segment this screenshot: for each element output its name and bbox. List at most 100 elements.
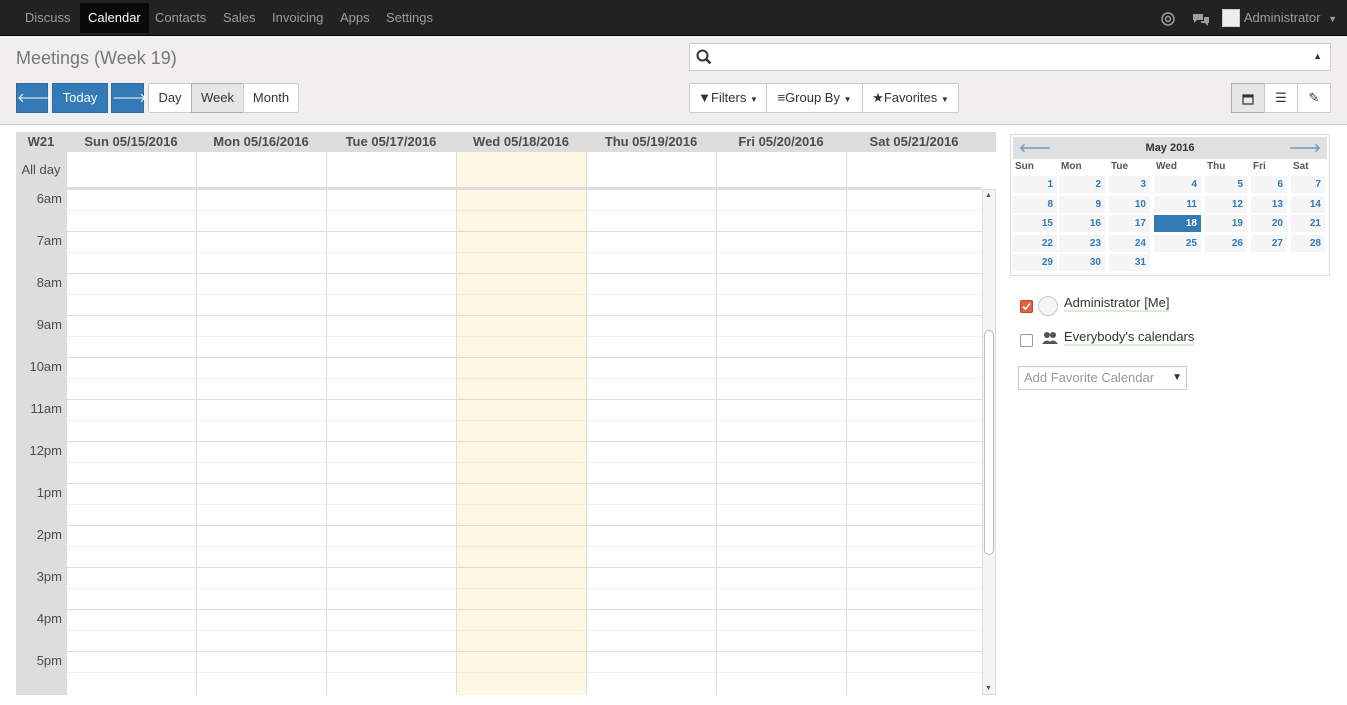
group-by-label: Group By <box>785 90 840 105</box>
mini-calendar-day[interactable]: 10 <box>1109 195 1150 213</box>
mini-calendar-day[interactable]: 14 <box>1291 195 1325 213</box>
admin-checkbox[interactable] <box>1020 300 1033 313</box>
mini-calendar-day-selected[interactable]: 18 <box>1154 215 1201 232</box>
all-day-cell[interactable] <box>196 152 326 187</box>
all-day-cell[interactable] <box>66 152 196 187</box>
search-bar[interactable]: ▲ <box>689 43 1331 71</box>
all-day-cell[interactable] <box>716 152 846 187</box>
mini-calendar-day[interactable]: 11 <box>1154 195 1201 213</box>
view-week-button[interactable]: Week <box>191 83 244 113</box>
day-column[interactable] <box>326 189 456 695</box>
scroll-up-icon[interactable]: ▲ <box>985 192 992 199</box>
mini-calendar-day[interactable]: 22 <box>1013 234 1057 252</box>
mini-calendar-day[interactable]: 9 <box>1059 195 1105 213</box>
form-view-button[interactable]: ✎ <box>1297 83 1331 113</box>
mini-calendar-day[interactable]: 15 <box>1013 215 1057 232</box>
mini-calendar-day[interactable]: 26 <box>1205 234 1247 252</box>
hour-label: 1pm <box>36 485 62 500</box>
nav-contacts[interactable]: Contacts <box>147 3 214 33</box>
user-menu[interactable]: Administrator ▼ <box>1221 0 1337 36</box>
favorites-button[interactable]: ★Favorites ▼ <box>862 83 959 113</box>
day-header[interactable]: Sun 05/15/2016 <box>66 132 196 152</box>
mini-calendar-day[interactable]: 2 <box>1059 176 1105 193</box>
calendar-view-button[interactable] <box>1231 83 1265 113</box>
day-column-today[interactable] <box>456 189 586 695</box>
mini-calendar-day[interactable]: 28 <box>1291 234 1325 252</box>
add-favorite-calendar-select[interactable]: Add Favorite Calendar ▼ <box>1018 366 1187 390</box>
mini-calendar-day[interactable]: 7 <box>1291 176 1325 193</box>
hour-line <box>66 231 982 232</box>
filter-icon: ▼ <box>698 90 711 105</box>
search-input[interactable] <box>718 47 1298 67</box>
day-column[interactable] <box>196 189 326 695</box>
mini-calendar-day[interactable]: 12 <box>1205 195 1247 213</box>
mini-calendar-day[interactable]: 24 <box>1109 234 1150 252</box>
mini-calendar-day[interactable]: 19 <box>1205 215 1247 232</box>
mini-calendar-day[interactable]: 4 <box>1154 176 1201 193</box>
nav-settings[interactable]: Settings <box>378 3 441 33</box>
hour-label: 5pm <box>36 653 62 668</box>
hour-line <box>66 189 982 190</box>
prev-month-icon[interactable]: 🡐 <box>1019 137 1051 159</box>
chat-icon[interactable] <box>1192 0 1210 36</box>
day-column[interactable] <box>716 189 846 695</box>
mini-calendar-day[interactable]: 17 <box>1109 215 1150 232</box>
prev-button[interactable]: 🡐 <box>16 83 52 113</box>
mini-calendar-day[interactable]: 5 <box>1205 176 1247 193</box>
day-column[interactable] <box>66 189 196 695</box>
mini-calendar-day[interactable]: 3 <box>1109 176 1150 193</box>
today-button[interactable]: Today <box>52 83 108 113</box>
time-grid[interactable]: 6am 7am 8am 9am 10am 11am 12pm 1pm 2pm 3pm 4pm 5pm <box>16 189 982 695</box>
mini-calendar-day[interactable]: 31 <box>1109 254 1150 271</box>
day-column[interactable] <box>586 189 716 695</box>
mini-calendar-day[interactable]: 6 <box>1251 176 1287 193</box>
mini-calendar-day[interactable]: 20 <box>1251 215 1287 232</box>
filters-button[interactable]: ▼Filters ▼ <box>689 83 767 113</box>
nav-discuss[interactable]: Discuss <box>17 3 79 33</box>
day-header[interactable]: Wed 05/18/2016 <box>456 132 586 152</box>
mini-calendar-day[interactable]: 21 <box>1291 215 1325 232</box>
all-day-cell[interactable] <box>846 152 982 187</box>
all-day-cell-today[interactable] <box>456 152 586 187</box>
mini-calendar-day[interactable]: 30 <box>1059 254 1105 271</box>
at-mention-icon[interactable] <box>1160 0 1176 36</box>
next-button[interactable]: 🡒 <box>111 83 147 113</box>
view-month-button[interactable]: Month <box>243 83 299 113</box>
day-header[interactable]: Thu 05/19/2016 <box>586 132 716 152</box>
view-day-button[interactable]: Day <box>148 83 192 113</box>
calendar-scrollbar[interactable]: ▲ ▼ <box>982 189 996 695</box>
day-header[interactable]: Mon 05/16/2016 <box>196 132 326 152</box>
mini-calendar-day[interactable]: 25 <box>1154 234 1201 252</box>
all-day-row[interactable]: All day <box>16 152 982 187</box>
day-header[interactable]: Sat 05/21/2016 <box>846 132 982 152</box>
everybody-checkbox[interactable] <box>1020 334 1033 347</box>
mini-calendar-day[interactable]: 23 <box>1059 234 1105 252</box>
nav-sales[interactable]: Sales <box>215 3 264 33</box>
all-day-cell[interactable] <box>326 152 456 187</box>
mini-calendar-day[interactable]: 13 <box>1251 195 1287 213</box>
all-day-cell[interactable] <box>586 152 716 187</box>
next-month-icon[interactable]: 🡒 <box>1289 137 1321 159</box>
mini-calendar-day[interactable]: 29 <box>1013 254 1057 271</box>
mini-calendar-title: May 2016 <box>1145 142 1195 154</box>
nav-calendar[interactable]: Calendar <box>80 3 149 33</box>
day-header[interactable]: Fri 05/20/2016 <box>716 132 846 152</box>
filter-admin[interactable]: Administrator [Me] <box>1018 294 1318 318</box>
group-by-button[interactable]: ≡Group By ▼ <box>766 83 863 113</box>
mini-calendar-day[interactable]: 1 <box>1013 176 1057 193</box>
day-header[interactable]: Tue 05/17/2016 <box>326 132 456 152</box>
filter-everybody[interactable]: Everybody's calendars <box>1018 328 1318 352</box>
search-dropdown-toggle[interactable]: ▲ <box>1313 51 1322 61</box>
mini-calendar-day[interactable]: 8 <box>1013 195 1057 213</box>
day-column[interactable] <box>846 189 982 695</box>
mini-calendar-day[interactable]: 16 <box>1059 215 1105 232</box>
scroll-down-icon[interactable]: ▼ <box>985 685 992 692</box>
hour-line <box>66 441 982 442</box>
scroll-thumb[interactable] <box>984 330 994 555</box>
list-view-button[interactable]: ☰ <box>1264 83 1298 113</box>
half-hour-line <box>66 252 982 253</box>
caret-down-icon: ▼ <box>843 95 852 104</box>
mini-calendar-day[interactable]: 27 <box>1251 234 1287 252</box>
nav-invoicing[interactable]: Invoicing <box>264 3 331 33</box>
nav-apps[interactable]: Apps <box>332 3 378 33</box>
